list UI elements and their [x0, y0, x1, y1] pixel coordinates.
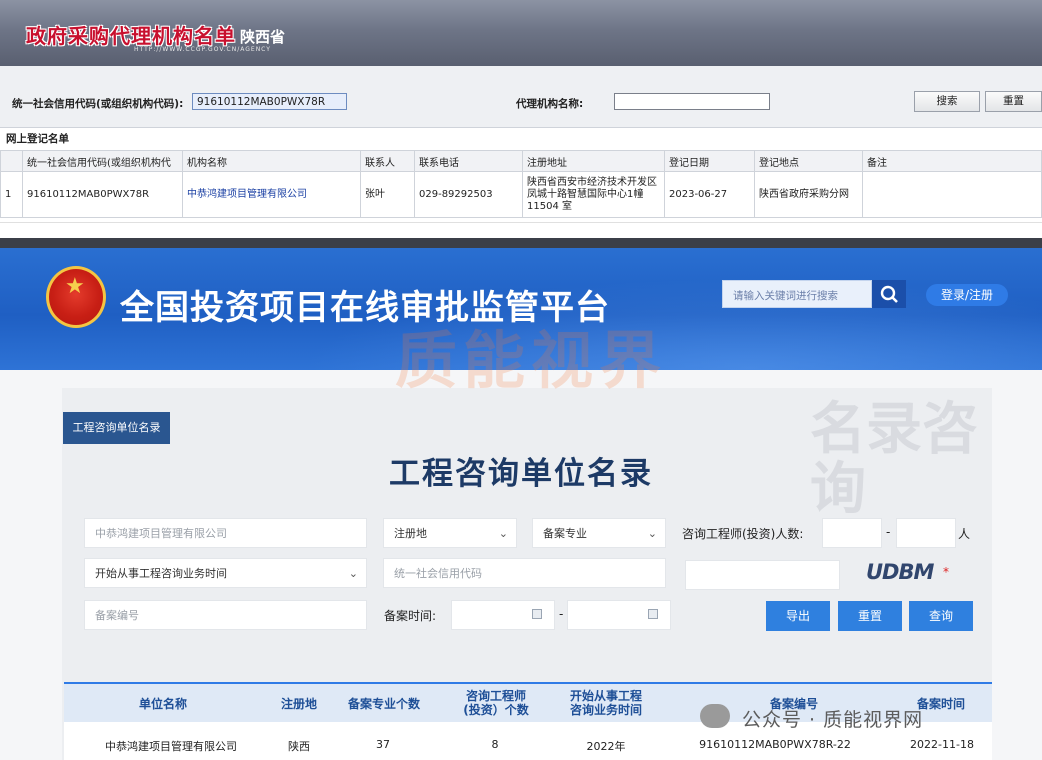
directory-heading: 工程咨询单位名录	[389, 456, 653, 492]
directory-tab[interactable]: 工程咨询单位名录	[63, 412, 170, 444]
row-place: 陕西省政府采购分网	[754, 171, 863, 218]
procurement-header: 政府采购代理机构名单 陕西省 HTTP://WWW.CCGP.GOV.CN/AG…	[0, 0, 1042, 66]
row-unit-name[interactable]: 中恭鸿建项目管理有限公司	[86, 738, 256, 754]
procurement-title: 政府采购代理机构名单	[26, 24, 236, 48]
wechat-watermark: 公众号 · 质能视界网	[742, 709, 924, 731]
row-index: 1	[0, 171, 23, 218]
row-region: 陕西	[288, 740, 310, 753]
row-record-time: 2022-11-18	[910, 738, 974, 751]
company-name-input[interactable]: 中恭鸿建项目管理有限公司	[84, 518, 367, 548]
col-engineers: 咨询工程师 (投资）个数	[463, 689, 529, 717]
credit-code-label: 统一社会信用代码(或组织机构代码):	[12, 98, 184, 110]
query-button[interactable]: 查询	[909, 601, 973, 631]
export-button[interactable]: 导出	[766, 601, 830, 631]
col-date: 登记日期	[664, 150, 755, 172]
record-number-placeholder: 备案编号	[95, 609, 139, 622]
company-name-value: 中恭鸿建项目管理有限公司	[95, 527, 227, 540]
range-separator: -	[886, 525, 891, 539]
col-specialties: 备案专业个数	[347, 697, 420, 711]
chevron-down-icon: ⌄	[498, 527, 508, 540]
date-range-separator: -	[559, 607, 564, 621]
row-start-year: 2022年	[586, 740, 626, 753]
col-address: 注册地址	[522, 150, 665, 172]
region-select-label: 注册地	[394, 527, 427, 540]
col-place: 登记地点	[754, 150, 863, 172]
col-phone: 联系电话	[414, 150, 523, 172]
section-title: 网上登记名单	[6, 133, 69, 145]
agency-table: 统一社会信用代码(或组织机构代 机构名称 联系人 联系电话 注册地址 登记日期 …	[0, 150, 1042, 218]
agency-name-label: 代理机构名称:	[516, 98, 584, 110]
record-time-end[interactable]	[567, 600, 671, 630]
row-contact: 张叶	[360, 171, 415, 218]
wechat-icon	[700, 704, 730, 728]
specialty-select[interactable]: 备案专业 ⌄	[532, 518, 666, 548]
province-label: 陕西省	[240, 28, 286, 46]
reset-button[interactable]: 重置	[838, 601, 902, 631]
reset-button[interactable]: 重置	[985, 91, 1042, 112]
panel-divider-bar	[0, 238, 1042, 248]
region-select[interactable]: 注册地 ⌄	[383, 518, 517, 548]
watermark-center: 质能视界	[395, 324, 668, 397]
procurement-search-bar: 统一社会信用代码(或组织机构代码): 91610112MAB0PWX78R 代理…	[0, 66, 1042, 128]
chevron-down-icon: ⌄	[647, 527, 657, 540]
captcha-image[interactable]: UDBM	[866, 560, 942, 590]
specialty-select-label: 备案专业	[543, 527, 587, 540]
row-phone: 029-89292503	[414, 171, 523, 218]
record-number-input[interactable]: 备案编号	[84, 600, 367, 630]
credit-code-input[interactable]: 91610112MAB0PWX78R	[192, 93, 347, 110]
platform-search-input[interactable]: 请输入关键词进行搜索	[722, 280, 872, 308]
person-unit: 人	[958, 527, 971, 541]
engineers-max-input[interactable]	[896, 518, 956, 548]
row-record-no: 91610112MAB0PWX78R-22	[699, 738, 851, 751]
row-address: 陕西省西安市经济技术开发区凤城十路智慧国际中心1幢11504 室	[522, 171, 665, 218]
calendar-icon	[648, 609, 658, 619]
col-credit-code: 统一社会信用代码(或组织机构代	[22, 150, 183, 172]
col-note: 备注	[862, 150, 1042, 172]
search-button-icon[interactable]	[872, 280, 906, 308]
credit-code-field[interactable]: 统一社会信用代码	[383, 558, 666, 588]
start-time-select[interactable]: 开始从事工程咨询业务时间 ⌄	[84, 558, 367, 588]
record-time-start[interactable]	[451, 600, 555, 630]
magnifier-icon	[880, 285, 898, 303]
row-date: 2023-06-27	[664, 171, 755, 218]
table-row: 1 91610112MAB0PWX78R 中恭鸿建项目管理有限公司 张叶 029…	[0, 171, 1042, 218]
agency-name-input[interactable]	[614, 93, 770, 110]
captcha-input[interactable]	[685, 560, 840, 590]
engineers-min-input[interactable]	[822, 518, 882, 548]
procurement-url: HTTP://WWW.CCGP.GOV.CN/AGENCY	[134, 46, 271, 53]
required-mark: *	[943, 565, 949, 579]
col-unit-name: 单位名称	[138, 697, 187, 711]
row-credit-code: 91610112MAB0PWX78R	[22, 171, 183, 218]
col-start-time: 开始从事工程 咨询业务时间	[569, 689, 642, 717]
col-index	[0, 150, 23, 172]
row-agency-name-link[interactable]: 中恭鸿建项目管理有限公司	[182, 171, 361, 218]
chevron-down-icon: ⌄	[348, 567, 358, 580]
start-time-select-label: 开始从事工程咨询业务时间	[95, 567, 227, 580]
col-region: 注册地	[280, 697, 317, 711]
row-note	[862, 171, 1042, 218]
row-specialties: 37	[376, 738, 390, 751]
record-time-label: 备案时间:	[384, 609, 437, 623]
search-button[interactable]: 搜索	[914, 91, 980, 112]
star-icon: ★	[65, 274, 85, 299]
national-emblem-icon: ★	[46, 266, 106, 328]
credit-code-placeholder: 统一社会信用代码	[394, 567, 482, 580]
col-agency-name: 机构名称	[182, 150, 361, 172]
calendar-icon	[532, 609, 542, 619]
row-engineers: 8	[491, 738, 499, 751]
login-register-button[interactable]: 登录/注册	[926, 284, 1008, 306]
engineers-count-label: 咨询工程师(投资)人数:	[682, 527, 804, 541]
col-contact: 联系人	[360, 150, 415, 172]
